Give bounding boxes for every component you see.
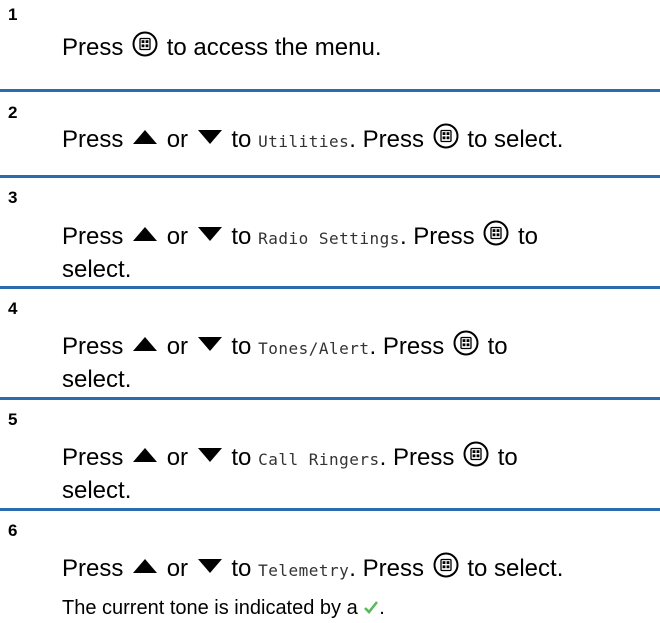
step-text-part: or: [166, 444, 189, 471]
menu-item-radio-settings: Radio Settings: [258, 229, 400, 248]
step-text-continued: select.: [62, 477, 132, 504]
menu-ok-button-icon: [433, 552, 459, 578]
step-text-part: Press: [62, 223, 124, 250]
up-arrow-icon: [132, 127, 158, 147]
step-text-part: or: [166, 223, 189, 250]
up-arrow-icon: [132, 224, 158, 244]
menu-ok-button-icon: [453, 330, 479, 356]
step-text-continued: select.: [62, 256, 132, 283]
step-text: Press or to Utilities. Press to select.: [62, 123, 563, 157]
step-text-part: to select.: [467, 126, 564, 153]
step-text-continued: select.: [62, 366, 132, 393]
step-divider: [0, 397, 660, 400]
note-text-end: .: [379, 597, 385, 619]
step-number: 1: [8, 5, 18, 24]
step-divider: [0, 175, 660, 178]
up-arrow-icon: [132, 556, 158, 576]
step-divider: [0, 286, 660, 289]
step-text-part: or: [166, 333, 189, 360]
step-text-part: to: [231, 444, 252, 471]
menu-item-telemetry: Telemetry: [258, 561, 350, 580]
step-text-part: to: [487, 333, 508, 360]
step-number: 4: [8, 299, 18, 318]
step-text: Press or to Radio Settings. Press to: [62, 220, 538, 254]
step-text-part: or: [166, 555, 189, 582]
menu-item-call-ringers: Call Ringers: [258, 450, 380, 469]
step-divider: [0, 89, 660, 92]
step-text-part: to: [497, 444, 518, 471]
down-arrow-icon: [197, 334, 223, 354]
result-note: The current tone is indicated by a .: [62, 593, 385, 623]
step-divider: [0, 508, 660, 511]
down-arrow-icon: [197, 445, 223, 465]
step-text: Press or to Tones/Alert. Press to: [62, 330, 508, 364]
step-text-part: to: [231, 333, 252, 360]
note-text: The current tone is indicated by a: [62, 597, 358, 619]
menu-ok-button-icon: [433, 123, 459, 149]
step-text-part: . Press: [379, 444, 455, 471]
menu-ok-button-icon: [132, 31, 158, 57]
menu-item-tones-alert: Tones/Alert: [258, 339, 370, 358]
menu-item-utilities: Utilities: [258, 132, 350, 151]
step-text-part: Press: [62, 555, 124, 582]
step-number: 3: [8, 188, 18, 207]
down-arrow-icon: [197, 224, 223, 244]
step-text-part: or: [166, 126, 189, 153]
step-text-part: to: [517, 223, 538, 250]
step-text-part: Press: [62, 444, 124, 471]
step-text-part: Press: [62, 126, 124, 153]
step-text-part: to: [231, 126, 252, 153]
step-number: 6: [8, 521, 18, 540]
down-arrow-icon: [197, 556, 223, 576]
step-text-part: to: [231, 555, 252, 582]
step-number: 2: [8, 103, 18, 122]
step-text-part: to: [231, 223, 252, 250]
step-text-part: . Press: [349, 126, 424, 153]
step-text-part: . Press: [369, 333, 445, 360]
step-text-part: to select.: [467, 555, 564, 582]
step-text-part: Press: [62, 34, 124, 61]
step-number: 5: [8, 410, 18, 429]
step-text-part: to access the menu.: [166, 34, 382, 61]
step-text-part: Press: [62, 333, 124, 360]
menu-ok-button-icon: [483, 220, 509, 246]
step-text-part: . Press: [349, 555, 424, 582]
up-arrow-icon: [132, 334, 158, 354]
step-text: Press or to Call Ringers. Press to: [62, 441, 518, 475]
step-text: Press to access the menu.: [62, 31, 381, 63]
up-arrow-icon: [132, 445, 158, 465]
step-text-part: . Press: [399, 223, 475, 250]
down-arrow-icon: [197, 127, 223, 147]
step-text: Press or to Telemetry. Press to select.: [62, 552, 563, 586]
checkmark-icon: [363, 600, 379, 614]
menu-ok-button-icon: [463, 441, 489, 467]
